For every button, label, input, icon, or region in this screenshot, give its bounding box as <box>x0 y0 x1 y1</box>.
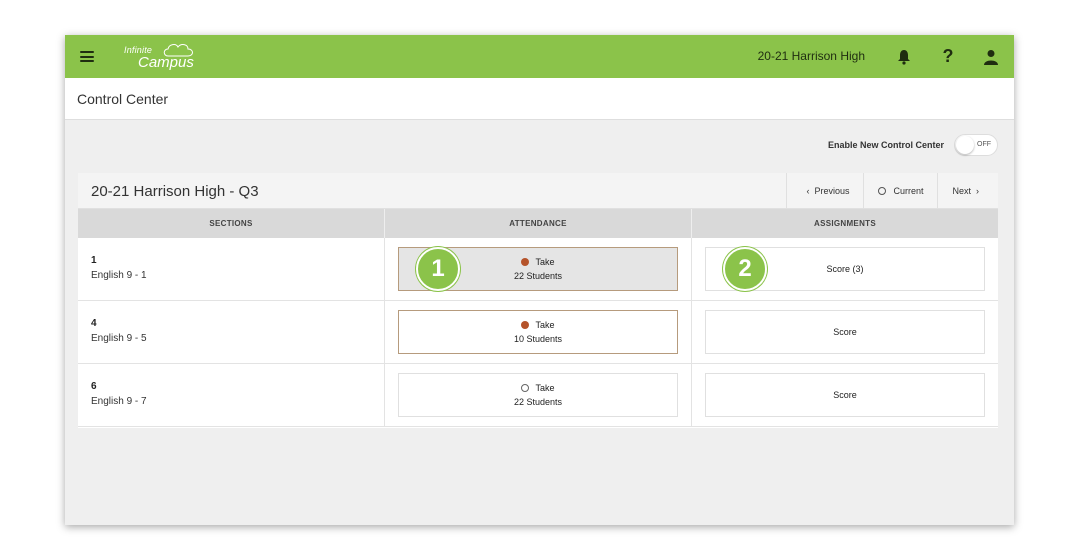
chevron-right-icon: › <box>976 186 979 196</box>
user-account-button[interactable] <box>971 35 1011 78</box>
page-title: Control Center <box>77 91 169 107</box>
notifications-button[interactable] <box>884 35 924 78</box>
next-button[interactable]: Next › <box>937 173 998 209</box>
callout-badge-2: 2 <box>723 247 767 291</box>
table-row: 6 English 9 - 7 Take 22 Students Score <box>78 364 998 427</box>
score-button[interactable]: Score <box>705 310 985 354</box>
column-header-attendance: ATTENDANCE <box>385 209 692 238</box>
table-row: 4 English 9 - 5 Take 10 Students Score <box>78 301 998 364</box>
attendance-status-dot-icon <box>521 258 530 266</box>
student-count: 22 Students <box>513 271 563 281</box>
control-center-panel: 20-21 Harrison High - Q3 ‹ Previous Curr… <box>78 173 998 428</box>
attendance-status-empty-icon <box>521 384 530 392</box>
top-bar: Infinite Campus 20-21 Harrison High ? <box>65 35 1014 78</box>
circle-icon <box>878 187 887 195</box>
panel-header: 20-21 Harrison High - Q3 ‹ Previous Curr… <box>78 173 998 209</box>
assignments-cell: Score <box>692 301 998 363</box>
section-number: 1 <box>91 255 97 266</box>
new-control-center-toggle-row: Enable New Control Center OFF <box>828 134 998 156</box>
callout-badge-1: 1 <box>416 247 460 291</box>
take-attendance-button[interactable]: Take 22 Students <box>398 373 678 417</box>
attendance-cell: Take 22 Students 1 <box>385 238 692 300</box>
menu-button[interactable] <box>65 35 109 78</box>
app-window: Infinite Campus 20-21 Harrison High ? Co… <box>65 35 1014 525</box>
help-icon: ? <box>942 46 954 66</box>
toggle-state: OFF <box>977 141 991 148</box>
section-name: English 9 - 1 <box>91 270 147 281</box>
section-name: English 9 - 7 <box>91 396 147 407</box>
attendance-cell: Take 10 Students <box>385 301 692 363</box>
section-cell: 4 English 9 - 5 <box>78 301 385 363</box>
toggle-knob <box>956 136 974 154</box>
take-attendance-button[interactable]: Take 10 Students <box>398 310 678 354</box>
hamburger-icon <box>80 51 94 62</box>
section-cell: 1 English 9 - 1 <box>78 238 385 300</box>
attendance-cell: Take 22 Students <box>385 364 692 426</box>
section-number: 4 <box>91 318 97 329</box>
school-selector[interactable]: 20-21 Harrison High <box>758 35 865 78</box>
student-count: 22 Students <box>513 397 563 407</box>
page-header: Control Center <box>65 78 1014 120</box>
toggle-label: Enable New Control Center <box>827 140 944 150</box>
bell-icon <box>898 49 910 65</box>
attendance-status-dot-icon <box>521 321 530 329</box>
table-header: SECTIONS ATTENDANCE ASSIGNMENTS <box>78 209 998 238</box>
infinite-campus-logo[interactable]: Infinite Campus <box>124 42 204 72</box>
column-header-assignments: ASSIGNMENTS <box>814 219 876 228</box>
section-cell: 6 English 9 - 7 <box>78 364 385 426</box>
assignments-cell: Score (3) 2 <box>692 238 998 300</box>
previous-button[interactable]: ‹ Previous <box>786 173 863 209</box>
cloud-icon <box>163 43 193 56</box>
help-button[interactable]: ? <box>928 35 968 78</box>
column-header-sections: SECTIONS <box>78 209 385 238</box>
student-count: 10 Students <box>513 334 563 344</box>
section-name: English 9 - 5 <box>91 333 147 344</box>
user-icon <box>984 49 998 65</box>
table-row: 1 English 9 - 1 Take 22 Students 1 Score… <box>78 238 998 301</box>
term-navigation: ‹ Previous Current Next › <box>786 173 998 209</box>
section-number: 6 <box>91 381 97 392</box>
term-title: 20-21 Harrison High - Q3 <box>91 183 259 200</box>
score-button[interactable]: Score <box>705 373 985 417</box>
assignments-cell: Score <box>692 364 998 426</box>
chevron-left-icon: ‹ <box>806 186 810 196</box>
enable-new-control-center-toggle[interactable]: OFF <box>954 134 998 156</box>
current-button[interactable]: Current <box>863 173 937 209</box>
